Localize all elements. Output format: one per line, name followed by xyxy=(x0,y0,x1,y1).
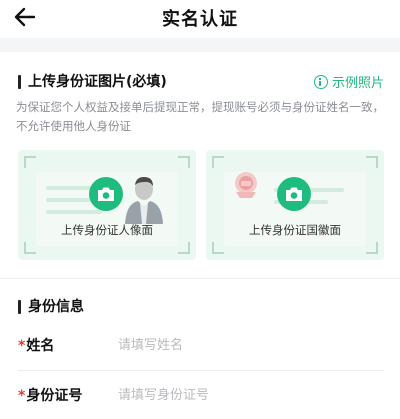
frame-corner xyxy=(366,242,378,254)
frame-corner xyxy=(178,156,190,168)
section-marker xyxy=(18,75,21,89)
id-number-field-label: *身份证号 xyxy=(18,385,82,405)
example-photo-link[interactable]: 示例照片 xyxy=(313,72,384,91)
name-input[interactable] xyxy=(118,335,384,355)
upload-card-label: 上传身份证国徽面 xyxy=(249,223,341,237)
example-photo-label: 示例照片 xyxy=(331,76,384,91)
placeholder-line xyxy=(46,210,102,214)
frame-corner xyxy=(212,156,224,168)
camera-icon[interactable] xyxy=(89,177,123,211)
id-number-label-text: 身份证号 xyxy=(26,388,83,404)
camera-icon[interactable] xyxy=(277,177,311,211)
section-gap xyxy=(0,38,400,52)
placeholder-line xyxy=(46,198,94,202)
id-number-input[interactable] xyxy=(118,385,384,405)
portrait-silhouette-icon xyxy=(125,177,163,224)
upload-card-label: 上传身份证人像面 xyxy=(61,223,153,237)
upload-section-title: 上传身份证图片(必填) xyxy=(28,74,167,90)
frame-corner xyxy=(366,156,378,168)
frame-corner xyxy=(24,156,36,168)
top-bar: 实名认证 xyxy=(0,0,400,38)
name-label-text: 姓名 xyxy=(26,338,55,354)
page-title: 实名认证 xyxy=(162,9,238,30)
name-field-label: *姓名 xyxy=(18,335,54,355)
identity-section-title: 身份信息 xyxy=(28,299,84,315)
section-divider xyxy=(0,278,400,279)
frame-corner xyxy=(24,242,36,254)
field-divider xyxy=(18,370,384,371)
info-icon xyxy=(313,74,328,89)
national-emblem-icon xyxy=(235,172,257,198)
required-mark: * xyxy=(18,388,26,404)
upload-description: 为保证您个人权益及接单后提现正常，提现账号必须与身份证姓名一致，不允许使用他人身… xyxy=(16,100,384,133)
required-mark: * xyxy=(18,338,26,354)
frame-corner xyxy=(212,242,224,254)
frame-corner xyxy=(178,242,190,254)
section-marker xyxy=(18,300,21,314)
